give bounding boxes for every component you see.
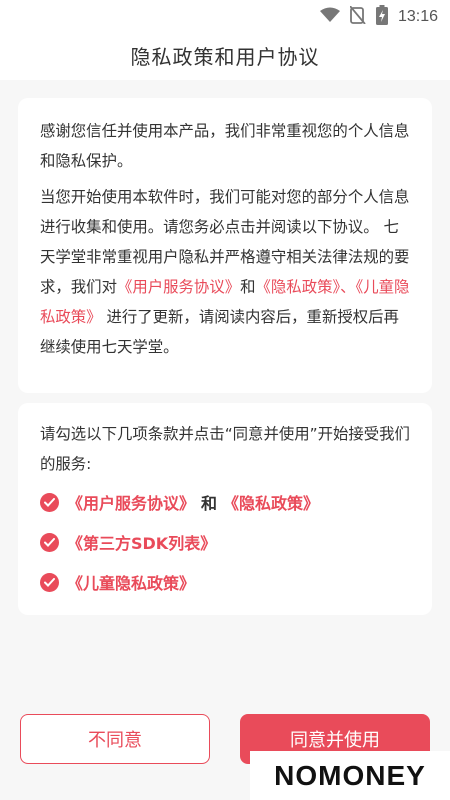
user-agreement-link[interactable]: 《用户服务协议》 xyxy=(117,278,240,296)
page-title: 隐私政策和用户协议 xyxy=(130,44,320,69)
term-item: 《第三方SDK列表》 xyxy=(40,527,412,557)
terms-card: 请勾选以下几项条款并点击“同意并使用”开始接受我们的服务: 《用户服务协议》和《… xyxy=(18,403,432,615)
terms-instruction: 请勾选以下几项条款并点击“同意并使用”开始接受我们的服务: xyxy=(40,425,410,473)
user-service-agreement-link[interactable]: 《用户服务协议》 xyxy=(67,494,195,513)
watermark-text: NOMONEY xyxy=(274,759,426,791)
title-bar: 隐私政策和用户协议 xyxy=(0,30,450,80)
check-circle-icon[interactable] xyxy=(40,492,59,512)
intro-paragraph-1: 感谢您信任并使用本产品，我们非常重视您的个人信息和隐私保护。 xyxy=(40,122,410,170)
disagree-button[interactable]: 不同意 xyxy=(20,714,210,764)
no-sim-icon xyxy=(349,5,366,28)
privacy-policy-link[interactable]: 《隐私政策》 xyxy=(223,494,319,513)
status-time: 13:16 xyxy=(397,8,438,25)
term-item: 《用户服务协议》和《隐私政策》 xyxy=(40,487,412,517)
wifi-icon xyxy=(319,7,340,27)
third-party-sdk-list-link[interactable]: 《第三方SDK列表》 xyxy=(67,534,216,553)
intro-card: 感谢您信任并使用本产品，我们非常重视您的个人信息和隐私保护。 当您开始使用本软件… xyxy=(18,98,432,393)
status-icons: 13:16 xyxy=(319,5,438,29)
term-and-text: 和 xyxy=(201,494,218,513)
battery-charging-icon xyxy=(375,5,388,29)
watermark: NOMONEY xyxy=(250,751,450,800)
status-bar: 13:16 xyxy=(0,0,450,30)
check-circle-icon[interactable] xyxy=(40,532,59,552)
check-circle-icon[interactable] xyxy=(40,572,59,592)
term-item: 《儿童隐私政策》 xyxy=(40,567,412,597)
and-text: 和 xyxy=(240,278,256,296)
intro-paragraph-2: 当您开始使用本软件时，我们可能对您的部分个人信息进行收集和使用。请您务必点击并阅… xyxy=(40,182,412,362)
children-privacy-policy-link[interactable]: 《儿童隐私政策》 xyxy=(67,574,195,593)
